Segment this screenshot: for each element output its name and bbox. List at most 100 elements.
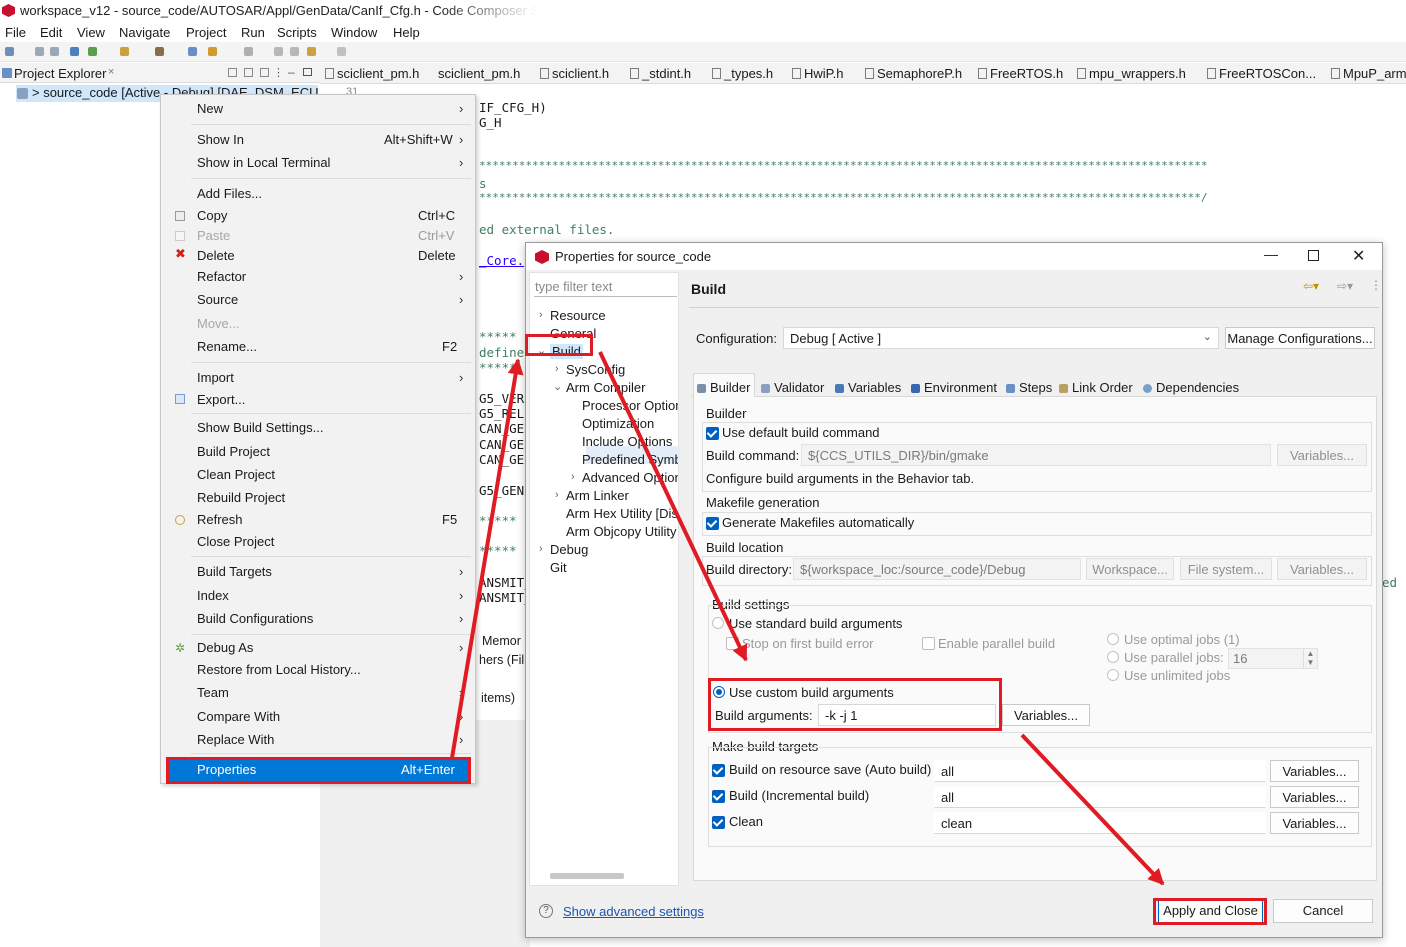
parallel-jobs-radio[interactable] bbox=[1107, 651, 1119, 663]
menu-edit[interactable]: Edit bbox=[40, 25, 62, 40]
hammer-icon[interactable] bbox=[155, 47, 164, 56]
help-icon[interactable]: ? bbox=[539, 904, 553, 918]
editor-tab[interactable]: MpuP_arm bbox=[1331, 66, 1406, 81]
chevron-right-icon[interactable]: › bbox=[555, 363, 559, 375]
menu-item-restore-history[interactable]: Restore from Local History... bbox=[197, 662, 361, 677]
build-command-field[interactable]: ${CCS_UTILS_DIR}/bin/gmake bbox=[801, 444, 1271, 466]
menu-item-build-project[interactable]: Build Project bbox=[197, 444, 270, 459]
close-icon[interactable]: ✕ bbox=[1352, 246, 1365, 266]
editor-tab[interactable]: sciclient.h bbox=[540, 66, 609, 81]
tab-validator[interactable]: Validator bbox=[761, 380, 824, 395]
variables-button[interactable]: Variables... bbox=[1002, 704, 1090, 726]
tree-item-include-options[interactable]: Include Options bbox=[582, 434, 678, 449]
maximize-icon[interactable] bbox=[1308, 250, 1319, 261]
manage-configurations-button[interactable]: Manage Configurations... bbox=[1225, 327, 1375, 349]
editor-tab[interactable]: _types.h bbox=[712, 66, 773, 81]
menu-item-refresh[interactable]: Refresh bbox=[197, 512, 243, 527]
clean-target-field[interactable]: clean bbox=[934, 812, 1266, 834]
optimal-jobs-radio[interactable] bbox=[1107, 633, 1119, 645]
tab-steps[interactable]: Steps bbox=[1006, 380, 1052, 395]
menu-scripts[interactable]: Scripts bbox=[277, 25, 317, 40]
tree-item-processor-options[interactable]: Processor Options bbox=[582, 398, 678, 413]
variables-button[interactable]: Variables... bbox=[1270, 786, 1359, 808]
variables-button[interactable]: Variables... bbox=[1270, 812, 1359, 834]
configuration-select[interactable]: Debug [ Active ] ⌄ bbox=[783, 327, 1219, 349]
tree-item-sysconfig[interactable]: SysConfig bbox=[566, 362, 625, 377]
editor-tab[interactable]: sciclient_pm.h bbox=[325, 66, 419, 81]
unlimited-jobs-radio[interactable] bbox=[1107, 669, 1119, 681]
terminal-icon[interactable] bbox=[70, 47, 79, 56]
menu-view[interactable]: View bbox=[77, 25, 105, 40]
menu-item-team[interactable]: Team bbox=[197, 685, 229, 700]
tree-item-predefined-symbols[interactable]: Predefined Symbols bbox=[582, 452, 678, 467]
menu-navigate[interactable]: Navigate bbox=[119, 25, 170, 40]
menu-item-delete[interactable]: Delete bbox=[197, 248, 235, 263]
editor-tab[interactable]: FreeRTOSCon... bbox=[1207, 66, 1316, 81]
cancel-button[interactable]: Cancel bbox=[1273, 899, 1373, 923]
menu-item-debug-as[interactable]: Debug As bbox=[197, 640, 253, 655]
pin-icon[interactable] bbox=[208, 47, 217, 56]
clean-checkbox[interactable] bbox=[712, 816, 725, 829]
variables-button[interactable]: Variables... bbox=[1277, 444, 1367, 466]
tree-item-debug[interactable]: Debug bbox=[550, 542, 588, 557]
tree-item-optimization[interactable]: Optimization bbox=[582, 416, 654, 431]
show-advanced-link[interactable]: Show advanced settings bbox=[563, 904, 704, 919]
tab-variables[interactable]: Variables bbox=[835, 380, 901, 395]
menu-item-build-configurations[interactable]: Build Configurations bbox=[197, 611, 313, 626]
generate-makefiles-checkbox[interactable] bbox=[706, 517, 719, 530]
menu-item-show-in[interactable]: Show In bbox=[197, 132, 244, 147]
menu-item-new[interactable]: New bbox=[197, 101, 223, 116]
parallel-build-checkbox[interactable] bbox=[922, 637, 935, 650]
menu-item-close-project[interactable]: Close Project bbox=[197, 534, 274, 549]
menu-item-show-in-terminal[interactable]: Show in Local Terminal bbox=[197, 155, 330, 170]
save-icon[interactable] bbox=[35, 47, 44, 56]
tree-item-resource[interactable]: Resource bbox=[550, 308, 606, 323]
view-menu-icon[interactable]: ⋮ bbox=[273, 66, 284, 79]
editor-tab[interactable]: SemaphoreP.h bbox=[865, 66, 962, 81]
menu-item-index[interactable]: Index bbox=[197, 588, 229, 603]
filter-icon[interactable] bbox=[260, 68, 269, 77]
menu-item-add-files[interactable]: Add Files... bbox=[197, 186, 262, 201]
variables-button[interactable]: Variables... bbox=[1270, 760, 1359, 782]
editor-tab[interactable]: mpu_wrappers.h bbox=[1077, 66, 1186, 81]
back-icon[interactable]: ⇦▾ bbox=[1303, 279, 1319, 293]
menu-item-show-build-settings[interactable]: Show Build Settings... bbox=[197, 420, 323, 435]
debug-icon[interactable] bbox=[120, 47, 129, 56]
chevron-right-icon[interactable]: › bbox=[571, 471, 575, 483]
menu-window[interactable]: Window bbox=[331, 25, 377, 40]
minimize-icon[interactable]: – bbox=[288, 65, 295, 79]
forward-icon[interactable] bbox=[337, 47, 346, 56]
maximize-icon[interactable] bbox=[303, 68, 312, 76]
chevron-down-icon[interactable]: ⌄ bbox=[553, 380, 562, 393]
menu-item-source[interactable]: Source bbox=[197, 292, 238, 307]
horizontal-scrollbar[interactable] bbox=[550, 873, 624, 879]
spinner-arrows-icon[interactable]: ▲ ▼ bbox=[1303, 649, 1317, 668]
menu-item-copy[interactable]: Copy bbox=[197, 208, 227, 223]
menu-help[interactable]: Help bbox=[393, 25, 420, 40]
menu-item-compare-with[interactable]: Compare With bbox=[197, 709, 280, 724]
menu-item-refactor[interactable]: Refactor bbox=[197, 269, 246, 284]
tree-item-git[interactable]: Git bbox=[550, 560, 567, 575]
tree-item-arm-linker[interactable]: Arm Linker bbox=[566, 488, 629, 503]
chevron-right-icon[interactable]: › bbox=[539, 309, 543, 321]
chevron-right-icon[interactable]: › bbox=[555, 489, 559, 501]
save-all-icon[interactable] bbox=[50, 47, 59, 56]
filter-input[interactable]: type filter text bbox=[534, 277, 677, 297]
forward-icon[interactable]: ⇨▾ bbox=[1337, 279, 1353, 293]
tree-item-advanced-options[interactable]: Advanced Options bbox=[582, 470, 678, 485]
tree-item-arm-compiler[interactable]: Arm Compiler bbox=[566, 380, 645, 395]
editor-tab[interactable]: FreeRTOS.h bbox=[978, 66, 1063, 81]
new-icon[interactable] bbox=[5, 47, 14, 56]
editor-tab[interactable]: HwiP.h bbox=[792, 66, 844, 81]
menu-run[interactable]: Run bbox=[241, 25, 265, 40]
tab-builder[interactable]: Builder bbox=[697, 380, 750, 395]
build-directory-field[interactable]: ${workspace_loc:/source_code}/Debug bbox=[793, 558, 1081, 580]
prev-edit-icon[interactable] bbox=[274, 47, 283, 56]
tab-dependencies[interactable]: Dependencies bbox=[1143, 380, 1239, 395]
auto-build-checkbox[interactable] bbox=[712, 764, 725, 777]
menu-project[interactable]: Project bbox=[186, 25, 226, 40]
incremental-build-target-field[interactable]: all bbox=[934, 786, 1266, 808]
menu-item-build-targets[interactable]: Build Targets bbox=[197, 564, 272, 579]
stop-on-error-checkbox[interactable] bbox=[726, 637, 739, 650]
auto-build-target-field[interactable]: all bbox=[934, 760, 1266, 782]
